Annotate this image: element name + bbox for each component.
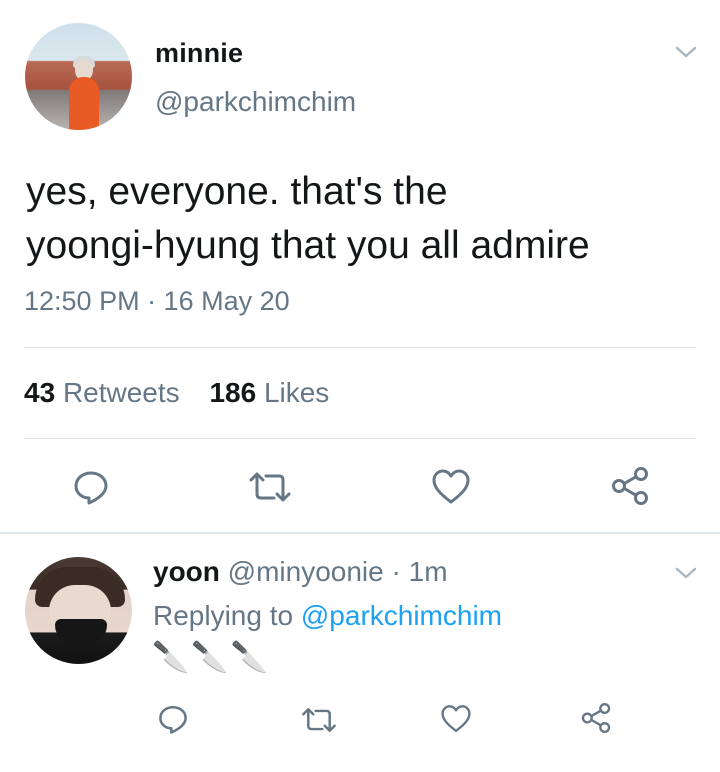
replying-mention-link[interactable]: @parkchimchim	[301, 600, 502, 631]
tweet-stats: 43 Retweets 186 Likes	[24, 377, 329, 409]
like-icon[interactable]	[431, 468, 471, 506]
share-icon[interactable]	[610, 467, 650, 505]
replying-prefix: Replying to	[153, 600, 301, 631]
likes-count[interactable]: 186	[209, 377, 256, 408]
reply-time[interactable]: 1m	[409, 556, 448, 587]
retweet-icon[interactable]	[247, 470, 293, 504]
retweets-label[interactable]: Retweets	[63, 377, 180, 408]
reply-avatar[interactable]	[25, 557, 132, 664]
reply-text: 🔪🔪🔪	[152, 641, 271, 674]
retweets-count[interactable]: 43	[24, 377, 55, 408]
replying-to: Replying to @parkchimchim	[153, 600, 502, 632]
chevron-down-icon[interactable]	[674, 565, 698, 581]
reply-icon[interactable]	[157, 703, 189, 735]
tweet-text-line-2: yoongi-hyung that you all admire	[26, 224, 590, 267]
like-icon[interactable]	[440, 704, 472, 734]
section-separator	[0, 532, 720, 534]
share-icon[interactable]	[580, 703, 612, 733]
avatar-mask	[55, 619, 107, 645]
retweet-icon[interactable]	[300, 706, 338, 734]
likes-label[interactable]: Likes	[264, 377, 329, 408]
tweet-text-line-1: yes, everyone. that's the	[26, 170, 448, 213]
divider	[24, 347, 696, 348]
chevron-down-icon[interactable]	[674, 44, 698, 60]
main-tweet-text: yes, everyone. that's the yoongi-hyung t…	[26, 165, 696, 273]
divider	[24, 438, 696, 439]
avatar-body	[69, 77, 99, 130]
reply-handle[interactable]: @minyoonie	[228, 556, 384, 587]
main-tweet-display-name[interactable]: minnie	[155, 38, 243, 69]
reply-header: yoon @minyoonie · 1m	[153, 556, 448, 588]
tweet-timestamp[interactable]: 12:50 PM · 16 May 20	[24, 286, 290, 317]
reply-separator: ·	[383, 556, 409, 587]
reply-icon[interactable]	[72, 468, 110, 506]
main-tweet-avatar[interactable]	[25, 23, 132, 130]
reply-display-name[interactable]: yoon	[153, 556, 220, 587]
main-tweet-handle[interactable]: @parkchimchim	[155, 86, 356, 118]
